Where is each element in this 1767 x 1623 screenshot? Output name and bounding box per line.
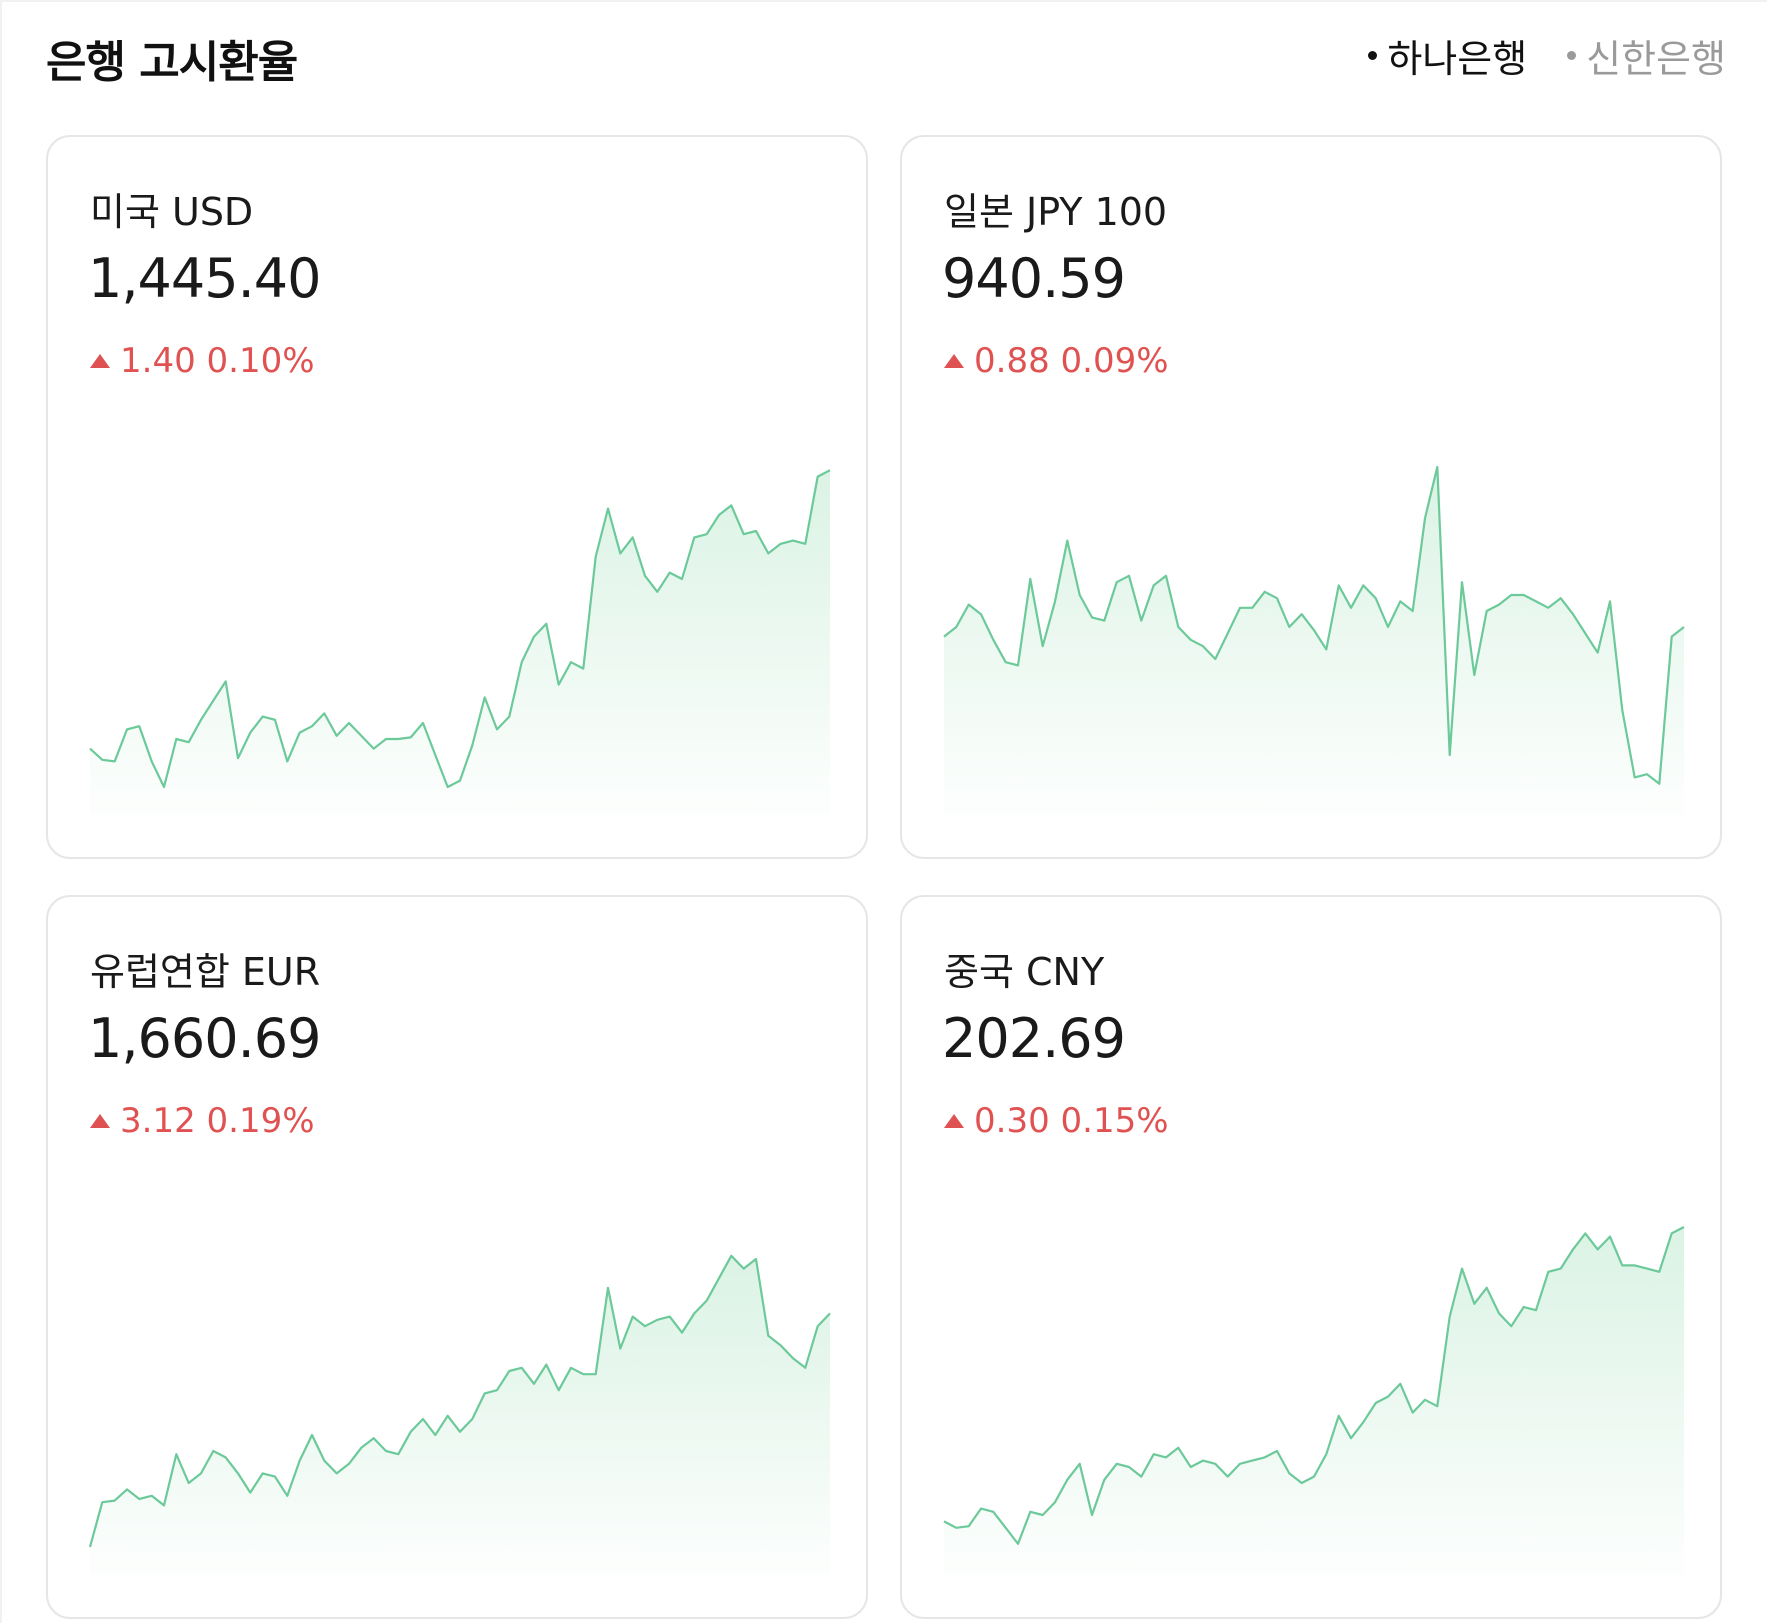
- sparkline-area: [90, 470, 830, 817]
- sparkline-area: [944, 1227, 1684, 1577]
- bank-option-label: 신한은행: [1586, 37, 1726, 81]
- currency-name: 미국 USD: [90, 190, 254, 234]
- currency-card-jpy[interactable]: 일본 JPY 100 940.59 0.88 0.09%: [900, 135, 1722, 859]
- sparkline-chart: [943, 1226, 1685, 1577]
- triangle-up-icon: [944, 354, 964, 368]
- triangle-up-icon: [90, 1114, 110, 1128]
- page-title: 은행 고시환율: [46, 37, 298, 88]
- rate-change-text: 3.12 0.19%: [120, 1101, 315, 1141]
- rate-change: 0.88 0.09%: [944, 341, 1169, 381]
- exchange-rate-value: 940.59: [942, 247, 1126, 310]
- currency-card-usd[interactable]: 미국 USD 1,445.40 1.40 0.10%: [46, 135, 868, 859]
- exchange-rate-panel: 은행 고시환율 하나은행 신한은행 미국 USD 1,445.40 1.40 0…: [0, 0, 1767, 1623]
- triangle-up-icon: [90, 354, 110, 368]
- sparkline-area: [944, 467, 1684, 817]
- currency-card-cny[interactable]: 중국 CNY 202.69 0.30 0.15%: [900, 895, 1722, 1619]
- rate-change: 3.12 0.19%: [90, 1101, 315, 1141]
- exchange-rate-value: 1,660.69: [88, 1007, 321, 1070]
- rate-change: 0.30 0.15%: [944, 1101, 1169, 1141]
- currency-card-eur[interactable]: 유럽연합 EUR 1,660.69 3.12 0.19%: [46, 895, 868, 1619]
- sparkline-area: [90, 1255, 830, 1577]
- rate-change-text: 0.88 0.09%: [974, 341, 1169, 381]
- rate-change-text: 0.30 0.15%: [974, 1101, 1169, 1141]
- rate-change: 1.40 0.10%: [90, 341, 315, 381]
- currency-name: 일본 JPY 100: [944, 190, 1168, 234]
- triangle-up-icon: [944, 1114, 964, 1128]
- header: 은행 고시환율 하나은행 신한은행: [46, 22, 1726, 92]
- rate-change-text: 1.40 0.10%: [120, 341, 315, 381]
- currency-name: 유럽연합 EUR: [90, 950, 321, 994]
- bank-option-label: 하나은행: [1387, 37, 1528, 81]
- exchange-rate-value: 202.69: [942, 1007, 1126, 1070]
- bank-selector: 하나은행 신한은행: [1368, 28, 1726, 83]
- sparkline-chart: [943, 465, 1685, 817]
- bullet-icon: [1368, 51, 1378, 60]
- bullet-icon: [1567, 51, 1577, 60]
- sparkline-chart: [89, 469, 831, 817]
- bank-option-shinhan[interactable]: 신한은행: [1567, 28, 1726, 83]
- currency-name: 중국 CNY: [944, 950, 1105, 994]
- bank-option-hana[interactable]: 하나은행: [1368, 28, 1527, 83]
- exchange-rate-value: 1,445.40: [88, 247, 321, 310]
- sparkline-chart: [88, 1254, 831, 1577]
